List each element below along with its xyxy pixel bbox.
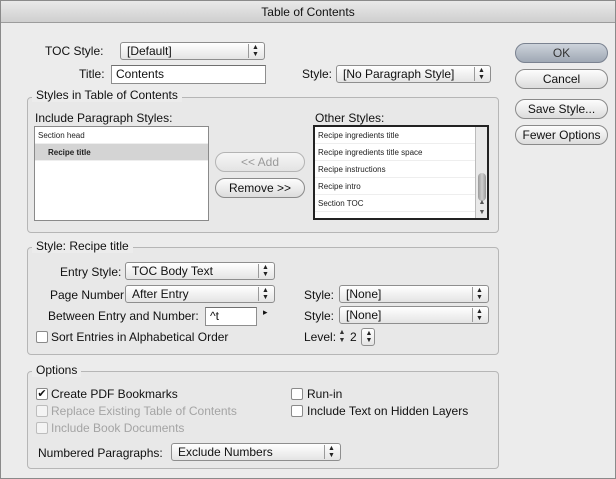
list-item[interactable]: Recipe instructions bbox=[315, 161, 487, 178]
toc-style-value: [Default] bbox=[127, 44, 172, 58]
create-pdf-checkbox[interactable]: ✔ bbox=[36, 388, 48, 400]
scroll-thumb[interactable] bbox=[478, 173, 486, 201]
numbered-paragraphs-label: Numbered Paragraphs: bbox=[38, 446, 163, 460]
between-style-value: [None] bbox=[346, 308, 382, 322]
between-style-popup[interactable]: [None] ▲ ▼ bbox=[339, 306, 489, 324]
toc-dialog: Table of Contents TOC Style: [Default] ▲… bbox=[0, 0, 616, 479]
page-number-style-label: Style: bbox=[304, 288, 335, 302]
between-input[interactable]: ^t bbox=[205, 307, 257, 326]
page-number-label: Page Number: bbox=[50, 288, 128, 302]
dialog-title: Table of Contents bbox=[1, 1, 615, 23]
add-button[interactable]: << Add bbox=[215, 152, 305, 172]
replace-existing-label: Replace Existing Table of Contents bbox=[51, 404, 237, 418]
between-label: Between Entry and Number: bbox=[48, 309, 199, 323]
numbered-paragraphs-value: Exclude Numbers bbox=[178, 445, 273, 459]
entry-style-value: TOC Body Text bbox=[132, 264, 213, 278]
cancel-button[interactable]: Cancel bbox=[515, 69, 608, 89]
level-value[interactable]: 2 bbox=[350, 330, 357, 344]
check-icon: ✔ bbox=[37, 388, 47, 400]
other-styles-label: Other Styles: bbox=[315, 111, 385, 125]
title-style-popup[interactable]: [No Paragraph Style] ▲ ▼ bbox=[336, 65, 491, 83]
include-book-checkbox[interactable] bbox=[36, 422, 48, 434]
other-styles-list[interactable]: Recipe ingredients title Recipe ingredie… bbox=[313, 125, 489, 220]
page-number-style-popup[interactable]: [None] ▲ ▼ bbox=[339, 285, 489, 303]
title-style-label: Style: bbox=[302, 67, 333, 81]
include-book-label: Include Book Documents bbox=[51, 421, 185, 435]
page-number-style-value: [None] bbox=[346, 287, 382, 301]
page-number-popup[interactable]: After Entry ▲ ▼ bbox=[125, 285, 275, 303]
page-number-value: After Entry bbox=[132, 287, 189, 301]
popup-arrows-icon: ▲ ▼ bbox=[258, 287, 272, 301]
list-item[interactable]: Section head bbox=[35, 127, 208, 144]
entry-style-label: Entry Style: bbox=[60, 265, 122, 279]
list-item[interactable]: Recipe ingredients title bbox=[315, 127, 487, 144]
scrollbar[interactable]: ▲ ▼ bbox=[475, 127, 487, 218]
include-hidden-checkbox[interactable] bbox=[291, 405, 303, 417]
toc-style-label: TOC Style: bbox=[45, 44, 104, 58]
toc-style-popup[interactable]: [Default] ▲ ▼ bbox=[120, 42, 265, 60]
popup-arrows-icon: ▲ ▼ bbox=[248, 44, 262, 58]
list-item[interactable]: Recipe intro bbox=[315, 178, 487, 195]
level-popup[interactable]: ▲ ▼ bbox=[361, 328, 375, 346]
include-hidden-label: Include Text on Hidden Layers bbox=[307, 404, 469, 418]
replace-existing-checkbox[interactable] bbox=[36, 405, 48, 417]
title-style-value: [No Paragraph Style] bbox=[343, 67, 455, 81]
title-input[interactable]: Contents bbox=[111, 65, 266, 84]
ok-button[interactable]: OK bbox=[515, 43, 608, 63]
list-item-selected[interactable]: Recipe title bbox=[35, 144, 208, 161]
scroll-down-arrow-icon[interactable]: ▼ bbox=[476, 208, 488, 218]
popup-arrows-icon: ▲ ▼ bbox=[472, 287, 486, 301]
list-item[interactable]: Recipe ingredients title space bbox=[315, 144, 487, 161]
entry-style-popup[interactable]: TOC Body Text ▲ ▼ bbox=[125, 262, 275, 280]
list-item[interactable]: Section TOC bbox=[315, 195, 487, 212]
numbered-paragraphs-popup[interactable]: Exclude Numbers ▲ ▼ bbox=[171, 443, 341, 461]
include-styles-label: Include Paragraph Styles: bbox=[35, 111, 173, 125]
sort-label: Sort Entries in Alphabetical Order bbox=[51, 330, 229, 344]
popup-arrows-icon: ▲ ▼ bbox=[472, 308, 486, 322]
create-pdf-label: Create PDF Bookmarks bbox=[51, 387, 178, 401]
level-label: Level: bbox=[304, 330, 337, 344]
include-styles-list[interactable]: Section head Recipe title bbox=[34, 126, 209, 221]
level-stepper-arrows-icon[interactable]: ▲ ▼ bbox=[337, 329, 347, 345]
popup-arrows-icon: ▲ ▼ bbox=[365, 330, 373, 344]
save-style-button[interactable]: Save Style... bbox=[515, 99, 608, 119]
style-group-title: Style: Recipe title bbox=[32, 239, 133, 253]
remove-button[interactable]: Remove >> bbox=[215, 178, 305, 198]
options-group-title: Options bbox=[32, 363, 82, 377]
run-in-label: Run-in bbox=[307, 387, 343, 401]
run-in-checkbox[interactable] bbox=[291, 388, 303, 400]
popup-arrows-icon: ▲ ▼ bbox=[324, 445, 338, 459]
between-style-label: Style: bbox=[304, 309, 335, 323]
scroll-up-arrow-icon[interactable]: ▲ bbox=[476, 198, 488, 208]
title-label: Title: bbox=[79, 67, 105, 81]
popup-arrows-icon: ▲ ▼ bbox=[258, 264, 272, 278]
popup-arrows-icon: ▲ ▼ bbox=[474, 67, 488, 81]
sort-checkbox[interactable] bbox=[36, 331, 48, 343]
arrow-right-icon[interactable]: ▸ bbox=[263, 307, 268, 318]
styles-group-title: Styles in Table of Contents bbox=[32, 88, 182, 102]
fewer-options-button[interactable]: Fewer Options bbox=[515, 125, 608, 145]
